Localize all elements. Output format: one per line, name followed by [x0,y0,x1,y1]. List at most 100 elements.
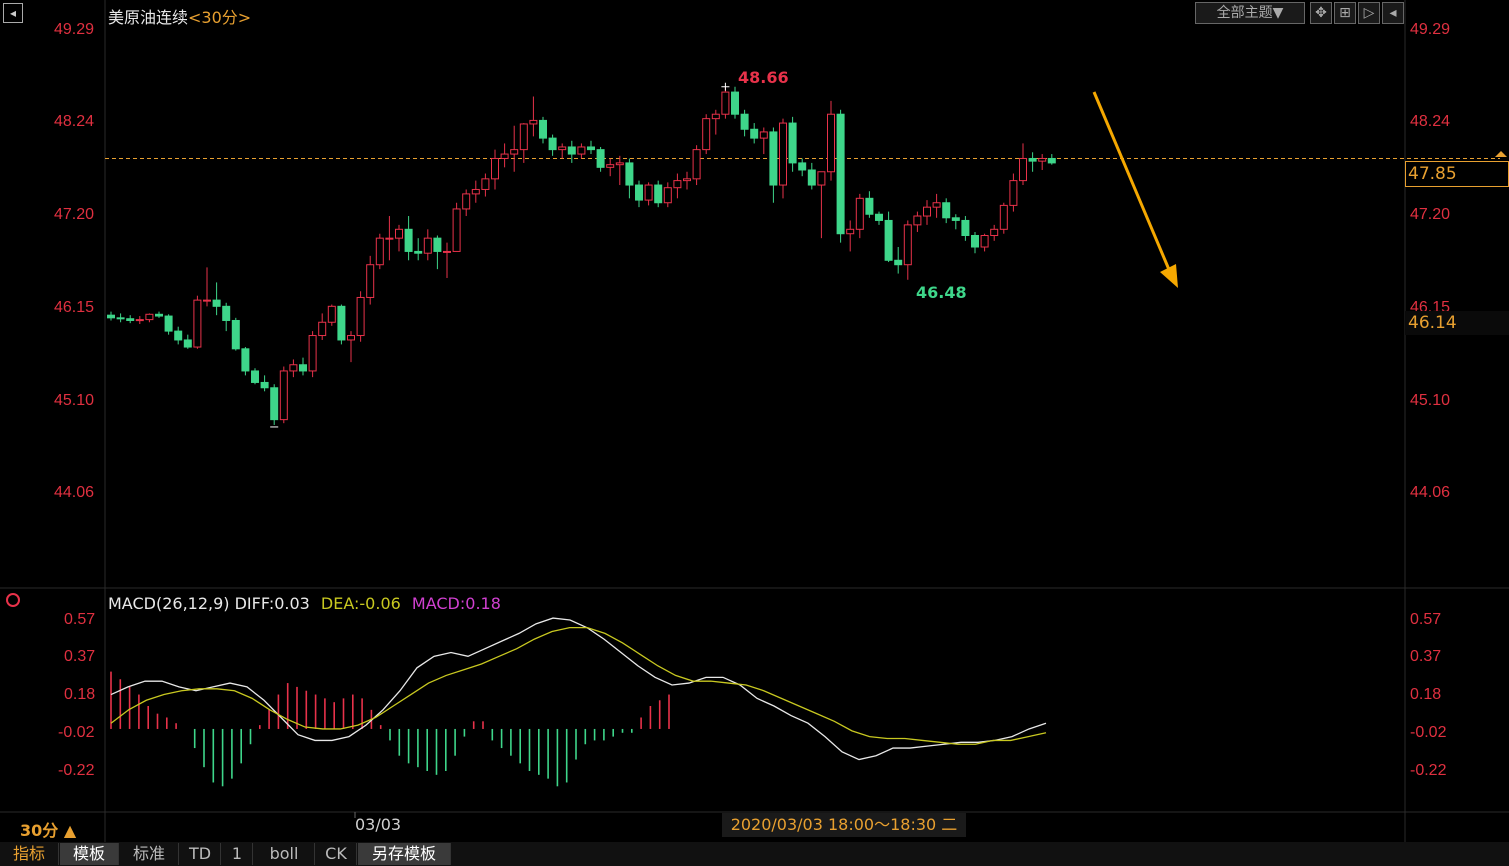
crosshair-icon[interactable]: ✥ [1310,2,1332,24]
candle-body [519,123,528,151]
candle-body [164,315,173,332]
period-switch-button[interactable]: 30分 ▲ [20,817,76,841]
left-axis-label: 44.06 [54,484,95,501]
collapse-icon[interactable]: ◂ [1382,2,1404,24]
candle-body [635,184,643,201]
candle-body [241,348,250,372]
candle-body [980,234,989,248]
candle-body [212,299,221,307]
candle-body [683,178,691,182]
candle-body [817,171,826,186]
candle-body [366,264,375,298]
candle-body [855,197,864,230]
candle-body [270,387,279,421]
candle-body [875,213,883,221]
candle-body [1038,157,1047,162]
candle-body [107,314,115,319]
candle-body [1047,157,1056,164]
macd-dea-line [110,626,1047,745]
candle-body [827,113,835,173]
right-axis-label: 47.20 [1410,206,1451,223]
left-axis-label: 48.24 [54,113,95,130]
candle-body [500,153,509,159]
candle-body [481,178,490,190]
candle-body [1019,157,1027,182]
candle-body [606,164,615,168]
high-price-label: 48.66 [738,68,789,87]
candle-body [491,157,499,180]
candle-body [644,184,653,201]
candle-body [308,335,317,372]
cursor-time-label: 2020/03/03 18:00～18:30 二 [722,813,966,837]
macd-left-axis-label: 0.18 [64,686,96,703]
high-marker [721,82,730,91]
tab-indicator[interactable]: 指标 [0,843,59,865]
candle-body [961,219,970,236]
macd-left-axis-label: -0.22 [58,762,95,779]
macd-settings-icon[interactable] [6,593,20,607]
macd-right-axis-label: -0.02 [1410,724,1447,741]
macd-left-axis-label: 0.37 [64,648,96,665]
right-axis-label: 49.29 [1410,21,1451,38]
candle-body [558,146,567,151]
candle-body [193,299,202,348]
chart-canvas[interactable] [0,0,1509,866]
theme-selector-button[interactable]: 全部主题▼ [1195,2,1305,24]
current-price-tag: 47.85 [1405,161,1509,187]
tab-ck[interactable]: CK [316,843,357,865]
tab-td[interactable]: TD [180,843,221,865]
tab-standard[interactable]: 标准 [120,843,179,865]
trend-arrow-head [1160,264,1178,288]
left-axis-label: 47.20 [54,206,95,223]
candle-body [692,149,701,180]
macd-left-axis-label: -0.02 [58,724,95,741]
right-axis-label: 45.10 [1410,392,1451,409]
candle-body [443,250,451,253]
macd-macd-value: MACD:0.18 [411,594,501,613]
candle-body [759,131,768,139]
candle-body [673,180,682,189]
tab-1[interactable]: 1 [222,843,253,865]
candle-body [1028,157,1037,162]
macd-right-axis-label: 0.37 [1410,648,1442,665]
candle-body [798,162,807,171]
candle-body [433,237,442,252]
candle-body [721,91,730,115]
date-axis-label: 03/03 [355,815,402,834]
instrument-title: 美原油连续<30分> [108,4,251,28]
candle-body [779,122,787,186]
tab-template[interactable]: 模板 [60,843,119,865]
tab-boll[interactable]: boll [254,843,315,865]
candle-body [615,162,624,166]
candle-body [577,146,586,155]
macd-right-axis-label: -0.22 [1410,762,1447,779]
macd-left-axis-label: 0.57 [64,611,96,628]
candle-body [788,122,797,164]
candle-body [951,217,960,221]
tab-save-template[interactable]: 另存模板 [358,843,451,865]
candle-body [913,215,922,226]
macd-right-axis-label: 0.57 [1410,611,1442,628]
candle-body [116,317,125,320]
candle-body [932,202,941,208]
candle-body [711,113,720,120]
left-axis-label: 46.15 [54,299,95,316]
candle-body [903,224,912,266]
play-icon[interactable]: ▷ [1358,2,1380,24]
candle-body [347,335,355,341]
expand-left-icon[interactable]: ◂ [3,3,23,23]
candle-body [404,228,413,252]
candle-body [222,305,231,321]
candle-body [539,119,547,139]
low-price-label: 46.48 [916,283,967,302]
candle-body [846,228,855,235]
candle-body [625,162,634,186]
candle-body [865,197,874,215]
candle-body [414,250,423,254]
candle-body [318,321,327,337]
candle-body [327,305,336,323]
layout-icon[interactable]: ⊞ [1334,2,1356,24]
candle-body [183,339,192,348]
candle-body [289,364,298,372]
candle-body [299,364,307,372]
